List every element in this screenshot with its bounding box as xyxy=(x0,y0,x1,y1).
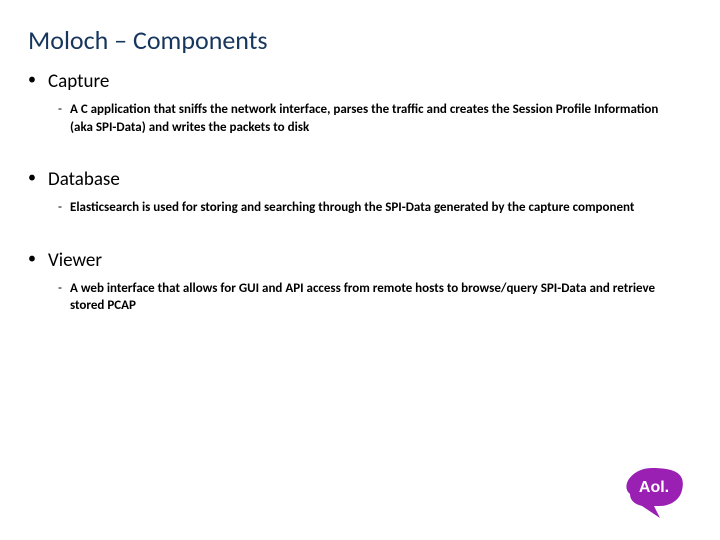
section-desc-viewer: A web interface that allows for GUI and … xyxy=(70,280,692,315)
aol-logo: Aol. xyxy=(624,464,694,520)
sub-list: Elasticsearch is used for storing and se… xyxy=(42,199,692,217)
bullet-list: Capture A C application that sniffs the … xyxy=(28,70,692,315)
bullet-item: Database Elasticsearch is used for stori… xyxy=(42,168,692,217)
section-desc-database: Elasticsearch is used for storing and se… xyxy=(70,199,692,217)
sub-list: A C application that sniffs the network … xyxy=(42,101,692,136)
sub-list: A web interface that allows for GUI and … xyxy=(42,280,692,315)
section-label-capture: Capture xyxy=(42,70,692,93)
section-desc-capture: A C application that sniffs the network … xyxy=(70,101,692,136)
slide-title: Moloch – Components xyxy=(28,24,692,56)
section-label-database: Database xyxy=(42,168,692,191)
section-label-viewer: Viewer xyxy=(42,249,692,272)
bullet-item: Capture A C application that sniffs the … xyxy=(42,70,692,136)
aol-logo-text: Aol. xyxy=(639,479,669,496)
bullet-item: Viewer A web interface that allows for G… xyxy=(42,249,692,315)
